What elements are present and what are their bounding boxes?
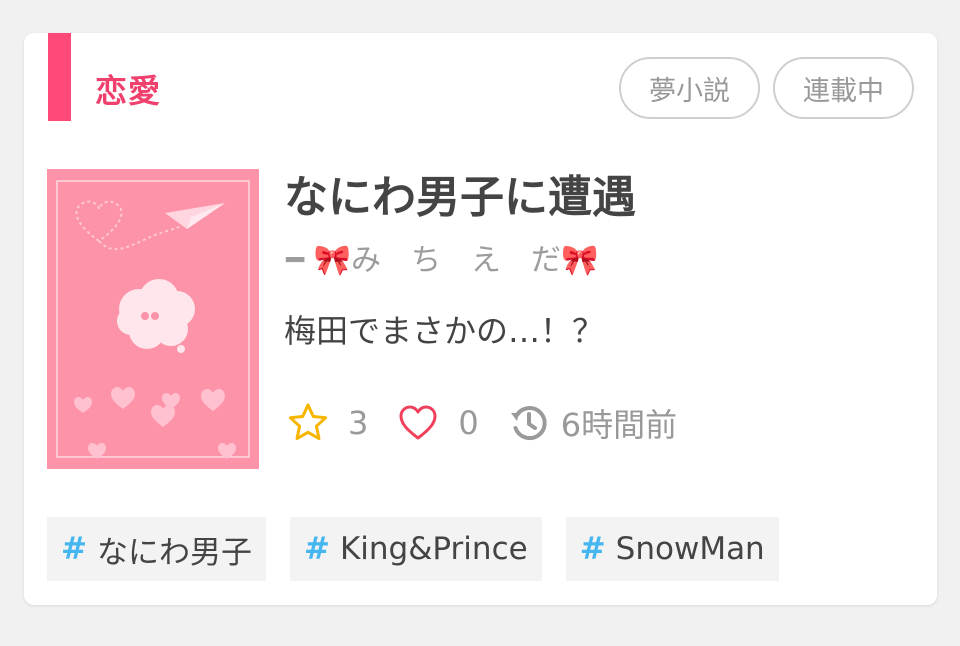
author-name[interactable]: ━ 🎀み ち え だ🎀 [286,241,598,281]
hash-icon: # [579,531,606,567]
updated-time: 6時間前 [560,406,678,444]
genre-label: 恋愛 [95,72,162,110]
tag-list: # なにわ男子 # King&Prince # SnowMan [47,517,779,581]
like-count: 0 [458,404,479,442]
story-stats: 3 0 6時間前 [286,399,677,447]
badge-serializing: 連載中 [773,57,914,119]
history-clock-icon [507,401,551,445]
genre-accent-bar [48,33,71,121]
hash-icon: # [61,531,87,567]
hash-icon: # [303,531,330,567]
tag-label: なにわ男子 [96,534,252,571]
story-summary: 梅田でまさかの…！？ [284,312,605,350]
tag-item[interactable]: # King&Prince [289,517,542,581]
tag-item[interactable]: # SnowMan [565,517,779,581]
tag-label: SnowMan [615,531,765,567]
heart-icon [396,401,440,445]
cover-image[interactable] [47,169,259,469]
cover-illustration [56,180,250,459]
star-count: 3 [348,404,369,442]
story-card[interactable]: 恋愛 夢小説 連載中 なにわ男子に遭遇 ━ 🎀み ち え だ🎀 梅田でまさかの…… [24,33,937,605]
tag-label: King&Prince [339,531,528,567]
story-title[interactable]: なにわ男子に遭遇 [284,171,636,225]
star-icon [286,401,330,445]
badge-dream-novel: 夢小説 [619,57,760,119]
tag-item[interactable]: # なにわ男子 [47,517,266,581]
